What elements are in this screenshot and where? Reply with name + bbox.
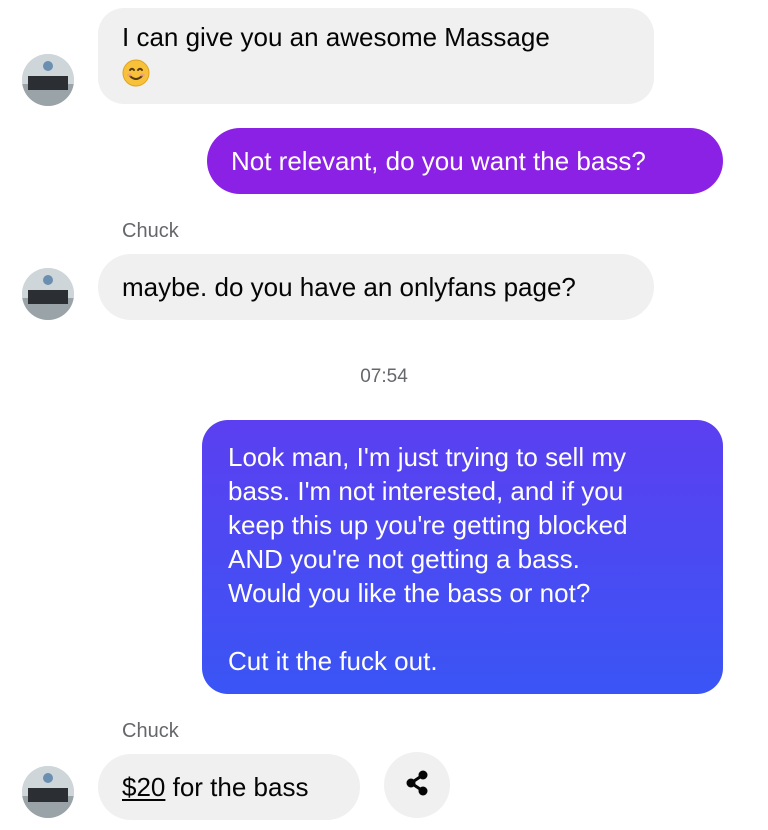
message-line: bass. I'm not interested, and if you [228, 476, 624, 506]
contact-avatar[interactable] [22, 766, 74, 818]
smiling-face-with-smiling-eyes-icon [122, 59, 150, 87]
sender-name: Chuck [122, 220, 179, 242]
message-text: for the bass [165, 772, 309, 802]
outgoing-message-bubble[interactable]: Not relevant, do you want the bass? [207, 128, 723, 194]
message-text: I can give you an awesome Massage [122, 22, 550, 52]
incoming-message-bubble[interactable]: maybe. do you have an onlyfans page? [98, 254, 654, 320]
contact-avatar[interactable] [22, 54, 74, 106]
incoming-message-bubble[interactable]: I can give you an awesome Massage [98, 8, 654, 104]
sender-name: Chuck [122, 720, 179, 742]
incoming-message-bubble[interactable]: $20 for the bass [98, 754, 360, 820]
message-text: Not relevant, do you want the bass? [231, 146, 646, 176]
message-line: keep this up you're getting blocked [228, 510, 628, 540]
message-text: maybe. do you have an onlyfans page? [122, 272, 576, 302]
outgoing-message-bubble[interactable]: Look man, I'm just trying to sell my bas… [202, 420, 723, 694]
share-icon [402, 768, 432, 803]
price-link[interactable]: $20 [122, 772, 165, 802]
message-line [228, 610, 703, 644]
share-button[interactable] [384, 752, 450, 818]
message-line: Look man, I'm just trying to sell my [228, 442, 626, 472]
message-line: AND you're not getting a bass. [228, 544, 580, 574]
message-line: Cut it the fuck out. [228, 646, 438, 676]
contact-avatar[interactable] [22, 268, 74, 320]
message-line: Would you like the bass or not? [228, 578, 591, 608]
timestamp: 07:54 [360, 366, 408, 387]
